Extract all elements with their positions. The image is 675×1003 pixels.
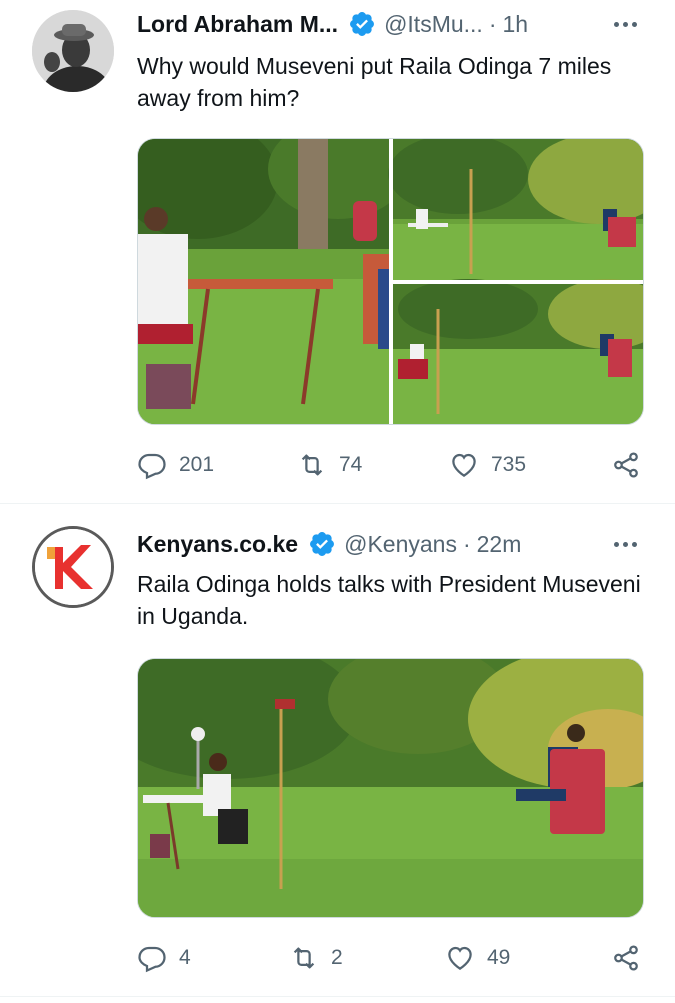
heart-icon bbox=[452, 453, 476, 477]
retweet-count: 2 bbox=[331, 946, 343, 969]
reply-count: 201 bbox=[179, 453, 215, 476]
tweet-header: Kenyans.co.ke @Kenyans · 22m bbox=[137, 528, 645, 560]
reply-count: 4 bbox=[179, 946, 191, 969]
reply-icon bbox=[138, 946, 166, 973]
share-icon bbox=[614, 452, 638, 478]
tweet[interactable]: Lord Abraham M... @ItsMu... · 1h Why wou… bbox=[0, 0, 675, 503]
display-name[interactable]: Lord Abraham M... bbox=[137, 11, 338, 38]
tweet-actions: 201 74 735 bbox=[137, 449, 645, 481]
tweet-actions: 4 2 49 bbox=[137, 942, 645, 974]
like-count: 49 bbox=[487, 946, 511, 969]
handle[interactable]: @Kenyans bbox=[344, 531, 457, 558]
separator: · bbox=[462, 530, 471, 557]
reply-button[interactable]: 201 bbox=[137, 449, 214, 481]
avatar[interactable] bbox=[32, 526, 114, 608]
share-button[interactable] bbox=[611, 449, 641, 481]
like-count: 735 bbox=[491, 453, 527, 476]
divider bbox=[0, 996, 675, 997]
handle[interactable]: @ItsMu... bbox=[384, 11, 483, 38]
timestamp[interactable]: 1h bbox=[502, 11, 528, 38]
photo-3[interactable] bbox=[393, 279, 644, 425]
verified-badge-icon bbox=[308, 530, 336, 558]
retweet-button[interactable]: 2 bbox=[289, 942, 343, 974]
display-name[interactable]: Kenyans.co.ke bbox=[137, 531, 298, 558]
verified-badge-icon bbox=[348, 10, 376, 38]
reply-icon bbox=[138, 453, 166, 480]
share-button[interactable] bbox=[611, 942, 641, 974]
separator: · bbox=[488, 10, 497, 37]
share-icon bbox=[614, 945, 638, 971]
timestamp[interactable]: 22m bbox=[477, 531, 522, 558]
photo-1[interactable] bbox=[138, 139, 408, 425]
more-options-icon[interactable] bbox=[605, 528, 645, 560]
photo-2[interactable] bbox=[388, 139, 644, 280]
avatar[interactable] bbox=[32, 10, 114, 92]
tweet-text: Why would Museveni put Raila Odinga 7 mi… bbox=[137, 53, 612, 111]
tweet-header: Lord Abraham M... @ItsMu... · 1h bbox=[137, 8, 645, 40]
tweet[interactable]: Kenyans.co.ke @Kenyans · 22m Raila Oding… bbox=[0, 504, 675, 994]
media-photo[interactable] bbox=[137, 658, 644, 918]
retweet-count: 74 bbox=[339, 453, 363, 476]
retweet-icon bbox=[301, 454, 323, 476]
reply-button[interactable]: 4 bbox=[137, 942, 191, 974]
retweet-icon bbox=[293, 947, 315, 969]
like-button[interactable]: 49 bbox=[445, 942, 510, 974]
media-grid[interactable] bbox=[137, 138, 644, 425]
more-options-icon[interactable] bbox=[605, 8, 645, 40]
retweet-button[interactable]: 74 bbox=[297, 449, 362, 481]
tweet-text: Raila Odinga holds talks with President … bbox=[137, 571, 641, 629]
heart-icon bbox=[448, 946, 472, 970]
like-button[interactable]: 735 bbox=[449, 449, 526, 481]
